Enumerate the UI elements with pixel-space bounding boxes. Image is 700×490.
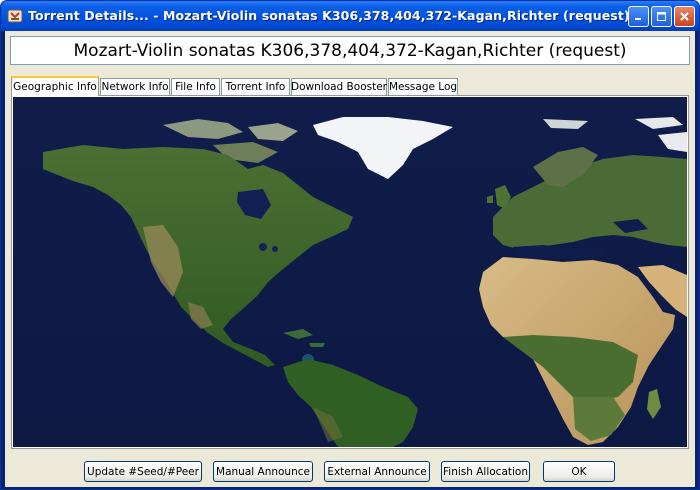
dialog-body: Mozart-Violin sonatas K306,378,404,372-K… <box>5 31 695 487</box>
torrent-details-window: Torrent Details... - Mozart-Violin sonat… <box>0 0 700 490</box>
ok-button[interactable]: OK <box>543 461 615 482</box>
tab-download-booster[interactable]: Download Booster <box>291 78 387 95</box>
title-bar[interactable]: Torrent Details... - Mozart-Violin sonat… <box>1 1 699 31</box>
tab-geographic-info[interactable]: Geographic Info <box>11 76 99 96</box>
manual-announce-button[interactable]: Manual Announce <box>213 461 313 482</box>
external-announce-button[interactable]: External Announce <box>324 461 430 482</box>
close-icon <box>680 12 689 21</box>
tab-torrent-info[interactable]: Torrent Info <box>221 78 290 95</box>
torrent-app-icon <box>7 8 23 24</box>
torrent-name-display: Mozart-Violin sonatas K306,378,404,372-K… <box>10 36 690 65</box>
tab-file-info[interactable]: File Info <box>171 78 220 95</box>
window-title: Torrent Details... - Mozart-Violin sonat… <box>28 8 630 23</box>
update-seed-peer-button[interactable]: Update #Seed/#Peer <box>84 461 202 482</box>
geographic-info-panel <box>11 95 689 449</box>
world-map <box>13 97 687 447</box>
minimize-button[interactable] <box>628 6 649 27</box>
finish-allocation-button[interactable]: Finish Allocation <box>441 461 530 482</box>
maximize-icon <box>657 12 666 21</box>
minimize-icon <box>635 18 641 20</box>
tab-message-log[interactable]: Message Log <box>388 78 458 95</box>
tab-network-info[interactable]: Network Info <box>100 78 170 95</box>
close-button[interactable] <box>674 6 695 27</box>
maximize-button[interactable] <box>651 6 672 27</box>
